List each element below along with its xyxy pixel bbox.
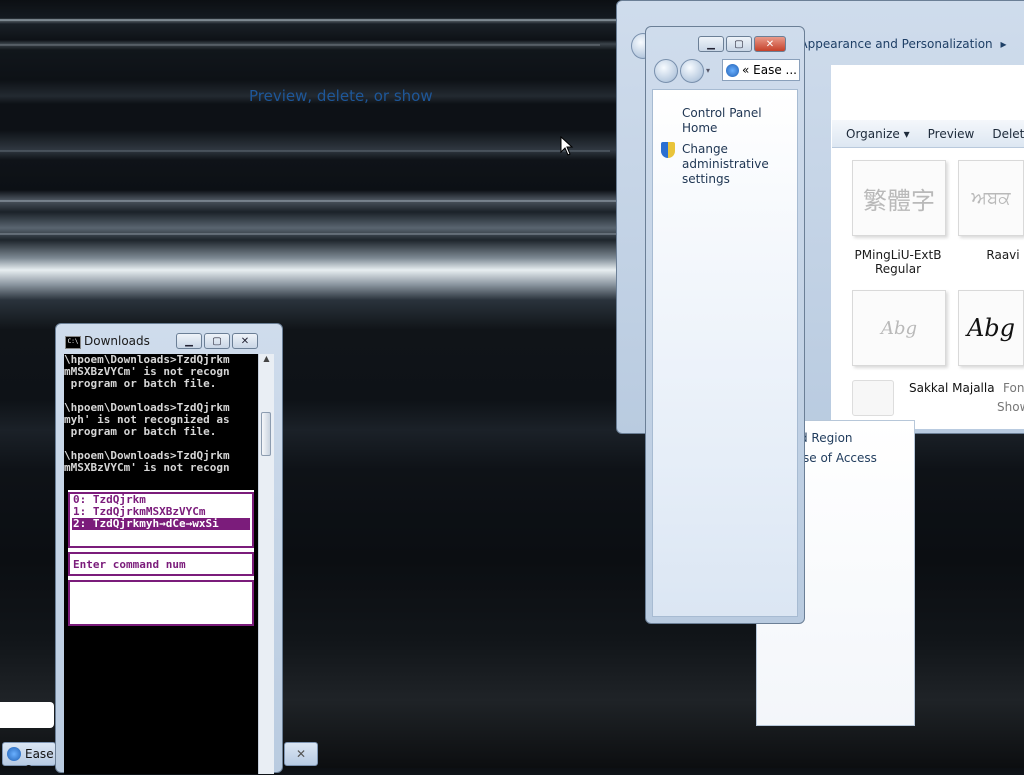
minimize-icon: ▁ (707, 38, 715, 50)
wallpaper-streak (0, 233, 620, 235)
chevron-right-icon: ▸ (1000, 37, 1007, 51)
command-option[interactable]: 0: TzdQjrkm (70, 494, 252, 506)
font-sample: Abg (880, 317, 918, 339)
change-admin-settings-link[interactable]: Change administrative settings (682, 142, 772, 187)
preview-button[interactable]: Preview (928, 127, 975, 141)
forward-icon[interactable] (680, 59, 704, 83)
command-option[interactable]: 1: TzdQjrkmMSXBzVYCm (70, 506, 252, 518)
command-prompt: Enter command num (68, 552, 254, 576)
maximize-icon: ▢ (734, 38, 744, 50)
page-title: Preview, delete, or show (249, 87, 433, 105)
font-sample: Abg (966, 314, 1016, 342)
font-tile-italic[interactable]: Abg (958, 290, 1024, 366)
window-title: Downloads (84, 334, 150, 348)
maximize-button[interactable]: ▢ (726, 36, 752, 52)
close-icon: ✕ (295, 747, 307, 761)
chevron-down-icon[interactable]: ▾ (706, 59, 710, 83)
close-icon: ✕ (765, 38, 775, 50)
command-option-selected[interactable]: 2: TzdQjrkmyh→dCe→wxSi (72, 518, 250, 530)
control-panel-icon (726, 63, 739, 77)
minimize-icon: ▁ (185, 335, 193, 347)
address-bar[interactable]: « Ease ... (722, 59, 800, 81)
mouse-cursor-icon (560, 136, 574, 156)
close-button[interactable]: ✕ (232, 333, 258, 349)
close-button[interactable]: ✕ (754, 36, 786, 52)
breadcrumb-appearance[interactable]: Appearance and Personalization (799, 37, 992, 51)
left-nav-pane: Control Panel Home Change administrative… (652, 89, 798, 617)
organize-button[interactable]: Organize ▾ (846, 127, 910, 141)
scroll-up-icon[interactable]: ▲ (259, 354, 274, 368)
cmd-window: C:\ Downloads ▁ ▢ ✕ \hpoem\Downloads>Tzd… (55, 323, 283, 774)
maximize-icon: ▢ (212, 335, 222, 347)
address-text: « Ease ... (742, 63, 797, 77)
font-name-raavi: Raavi (986, 248, 1020, 262)
delete-button[interactable]: Delete (992, 127, 1024, 141)
command-menu: 0: TzdQjrkm 1: TzdQjrkmMSXBzVYCm 2: TzdQ… (68, 490, 254, 626)
font-name-pmingliu: PMingLiU-ExtB Regular (854, 248, 942, 276)
scrollbar[interactable]: ▲ (258, 354, 274, 774)
console-text: \hpoem\Downloads>TzdQjrkm mMSXBzVYCm' is… (64, 354, 230, 474)
clock-region-link[interactable]: d Region (800, 431, 853, 445)
scrollbar-thumb[interactable] (261, 412, 271, 456)
taskbar-close-button[interactable]: ✕ (284, 742, 318, 766)
ease-of-access-link[interactable]: se of Access (803, 451, 877, 465)
console-output[interactable]: \hpoem\Downloads>TzdQjrkm mMSXBzVYCm' is… (64, 354, 258, 774)
maximize-button[interactable]: ▢ (204, 333, 230, 349)
taskbar-ease-label: Ease o (25, 747, 54, 775)
wallpaper-streak (0, 150, 610, 152)
wallpaper-streak (0, 200, 620, 202)
desktop-white-strip (0, 702, 54, 728)
wallpaper-streak (0, 19, 620, 21)
shield-icon (661, 142, 675, 158)
font-sample: ਅਬਕ (971, 187, 1011, 209)
minimize-button[interactable]: ▁ (176, 333, 202, 349)
detail-font-show: Show (997, 400, 1024, 414)
fonts-toolbar: Organize ▾ Preview Delete (832, 120, 1024, 148)
minimize-button[interactable]: ▁ (698, 36, 724, 52)
font-sample: 繁體字 (863, 186, 935, 215)
ease-of-access-window: ▁ ▢ ✕ ▾ « Ease ... Control Panel Home Ch… (645, 26, 805, 624)
detail-font-icon (852, 380, 894, 416)
wallpaper-streak (0, 44, 600, 46)
font-tile-script[interactable]: Abg (852, 290, 946, 366)
nav-buttons: ▾ (654, 59, 710, 83)
control-panel-home-link[interactable]: Control Panel Home (682, 106, 797, 136)
font-tile-raavi[interactable]: ਅਬਕ (958, 160, 1024, 236)
taskbar-ease-button[interactable]: Ease o (2, 742, 56, 775)
command-input[interactable] (68, 580, 254, 626)
chevron-down-icon: ▾ (903, 126, 910, 141)
cmd-icon: C:\ (65, 336, 81, 349)
detail-font-name: Sakkal Majalla (909, 381, 995, 395)
back-icon[interactable] (654, 59, 678, 83)
close-icon: ✕ (240, 335, 250, 347)
font-tile-pmingliu[interactable]: 繁體字 (852, 160, 946, 236)
command-options-list: 0: TzdQjrkm 1: TzdQjrkmMSXBzVYCm 2: TzdQ… (68, 492, 254, 548)
detail-font-type: Font (1003, 381, 1024, 395)
control-panel-icon (7, 747, 21, 761)
